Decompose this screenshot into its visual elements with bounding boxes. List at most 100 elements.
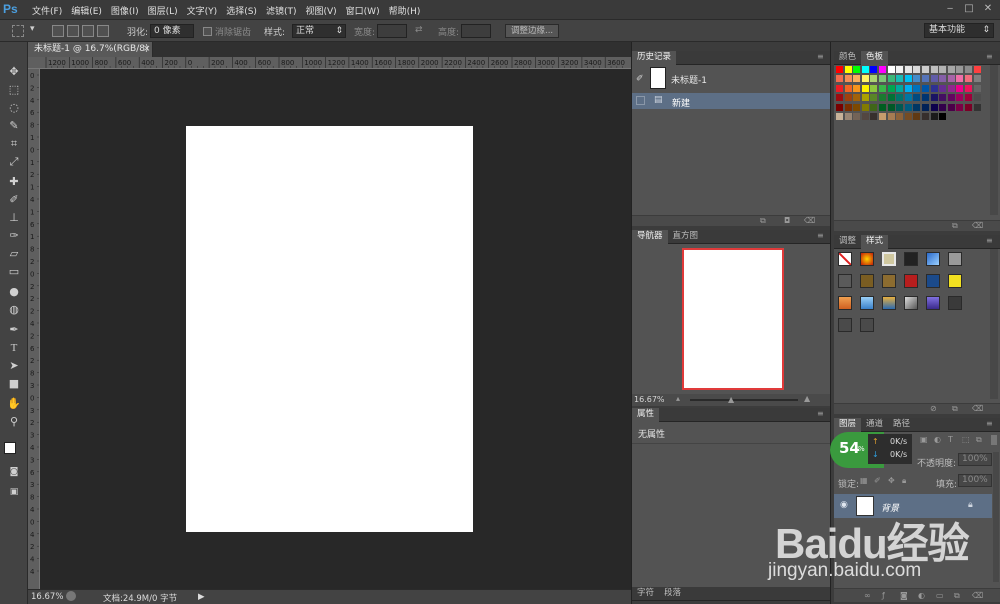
navigator-zoom-value[interactable]: 16.67% <box>634 395 665 404</box>
swatch[interactable] <box>861 94 869 102</box>
tab-layers[interactable]: 图层 <box>834 418 862 432</box>
opacity-input[interactable]: 100% <box>958 453 992 466</box>
style-swatch[interactable] <box>860 274 874 288</box>
swatch[interactable] <box>853 94 861 102</box>
style-swatch[interactable] <box>860 318 874 332</box>
move-tool-icon[interactable]: ✥ <box>5 64 23 80</box>
swatch[interactable] <box>965 84 972 92</box>
swatch[interactable] <box>870 103 878 111</box>
swatch[interactable] <box>973 66 981 73</box>
style-swatch[interactable] <box>838 274 852 288</box>
swatch[interactable] <box>861 113 869 120</box>
swatch[interactable] <box>887 66 895 73</box>
swatch[interactable] <box>956 66 964 73</box>
style-swatch[interactable] <box>860 252 874 266</box>
foreground-color-swatch[interactable] <box>4 442 16 454</box>
swatch[interactable] <box>896 66 904 73</box>
panel-menu-icon[interactable]: ≡ <box>817 52 824 61</box>
style-swatch[interactable] <box>838 318 852 332</box>
lock-all-icon[interactable]: 🔒︎ <box>902 476 906 486</box>
swatch[interactable] <box>844 94 852 102</box>
swatch[interactable] <box>965 103 972 111</box>
swatch[interactable] <box>939 113 947 120</box>
style-swatch[interactable] <box>860 296 874 310</box>
adjustment-layer-icon[interactable]: ◐ <box>918 591 925 600</box>
status-info-icon[interactable] <box>66 591 76 601</box>
swatch[interactable] <box>879 75 886 83</box>
trash-icon[interactable]: ⌫ <box>972 404 983 413</box>
history-state-checkbox[interactable] <box>636 96 645 105</box>
swatch[interactable] <box>904 103 912 111</box>
status-menu-arrow-icon[interactable]: ▶ <box>198 592 205 602</box>
swatch[interactable] <box>930 103 938 111</box>
layer-style-icon[interactable]: ƒ <box>882 591 885 600</box>
swatch[interactable] <box>879 94 886 102</box>
swatch[interactable] <box>922 113 929 120</box>
blur-tool-icon[interactable]: ● <box>5 284 23 300</box>
tab-character[interactable]: 字符 <box>632 587 659 601</box>
swatch[interactable] <box>887 75 895 83</box>
layer-visibility-icon[interactable]: ◉ <box>840 500 848 510</box>
new-selection-icon[interactable] <box>52 25 64 37</box>
swatch-scrollbar[interactable] <box>990 65 998 215</box>
layers-scrollbar[interactable] <box>993 452 999 582</box>
trash-icon[interactable]: ⌫ <box>804 216 815 225</box>
document-tab[interactable]: 未标题-1 @ 16.7%(RGB/8) <box>28 42 153 57</box>
swatch[interactable] <box>870 113 878 120</box>
tab-histogram[interactable]: 直方图 <box>668 230 704 244</box>
swatch[interactable] <box>922 94 929 102</box>
feather-input[interactable]: 0 像素 <box>150 24 194 38</box>
marquee-tool-icon[interactable]: ⬚ <box>5 82 23 98</box>
swatch[interactable] <box>930 75 938 83</box>
tab-swatches[interactable]: 色板 <box>861 51 889 65</box>
trash-icon[interactable]: ⌫ <box>972 221 983 230</box>
stamp-tool-icon[interactable]: ⊥ <box>5 210 23 226</box>
swatch[interactable] <box>904 113 912 120</box>
new-group-icon[interactable]: ▭ <box>936 591 944 600</box>
crop-tool-icon[interactable]: ⌗ <box>5 136 23 152</box>
menu-image[interactable]: 图像(I) <box>111 4 139 17</box>
swatch[interactable] <box>879 113 886 120</box>
lasso-tool-icon[interactable]: ◌ <box>5 100 23 116</box>
swatch[interactable] <box>947 84 955 92</box>
add-selection-icon[interactable] <box>67 25 79 37</box>
swatch[interactable] <box>947 66 955 73</box>
swatch[interactable] <box>939 75 947 83</box>
swatch[interactable] <box>930 113 938 120</box>
swatch[interactable] <box>930 66 938 73</box>
panel-menu-icon[interactable]: ≡ <box>817 409 824 418</box>
swatch[interactable] <box>861 103 869 111</box>
navigator-zoom-slider[interactable] <box>690 399 798 401</box>
style-swatch[interactable] <box>838 296 852 310</box>
styles-scrollbar[interactable] <box>990 249 998 399</box>
subtract-selection-icon[interactable] <box>82 25 94 37</box>
swatch[interactable] <box>904 75 912 83</box>
swatch[interactable] <box>913 75 921 83</box>
swatch[interactable] <box>836 75 843 83</box>
swatch[interactable] <box>956 84 964 92</box>
path-select-tool-icon[interactable]: ➤ <box>5 358 23 374</box>
dodge-tool-icon[interactable]: ◍ <box>5 302 23 318</box>
snapshot-thumbnail[interactable] <box>650 67 666 89</box>
layer-mask-icon[interactable]: ◙ <box>900 591 908 600</box>
swatch[interactable] <box>896 113 904 120</box>
swatch[interactable] <box>844 103 852 111</box>
panel-menu-icon[interactable]: ≡ <box>986 419 993 428</box>
swatch[interactable] <box>939 84 947 92</box>
tab-adjustments[interactable]: 调整 <box>834 235 861 249</box>
swatch[interactable] <box>973 84 981 92</box>
swatch[interactable] <box>870 75 878 83</box>
swatch[interactable] <box>913 84 921 92</box>
swatch[interactable] <box>965 66 972 73</box>
tab-navigator[interactable]: 导航器 <box>632 230 668 244</box>
swatch[interactable] <box>922 75 929 83</box>
style-swatch[interactable] <box>904 274 918 288</box>
swatch[interactable] <box>887 103 895 111</box>
link-layers-icon[interactable]: ∞ <box>864 591 871 600</box>
swatch[interactable] <box>853 66 861 73</box>
swatch[interactable] <box>973 75 981 83</box>
zoom-level[interactable]: 16.67% <box>31 592 63 602</box>
swatch[interactable] <box>965 75 972 83</box>
maximize-icon[interactable]: □ <box>961 2 977 16</box>
menu-type[interactable]: 文字(Y) <box>187 4 218 17</box>
